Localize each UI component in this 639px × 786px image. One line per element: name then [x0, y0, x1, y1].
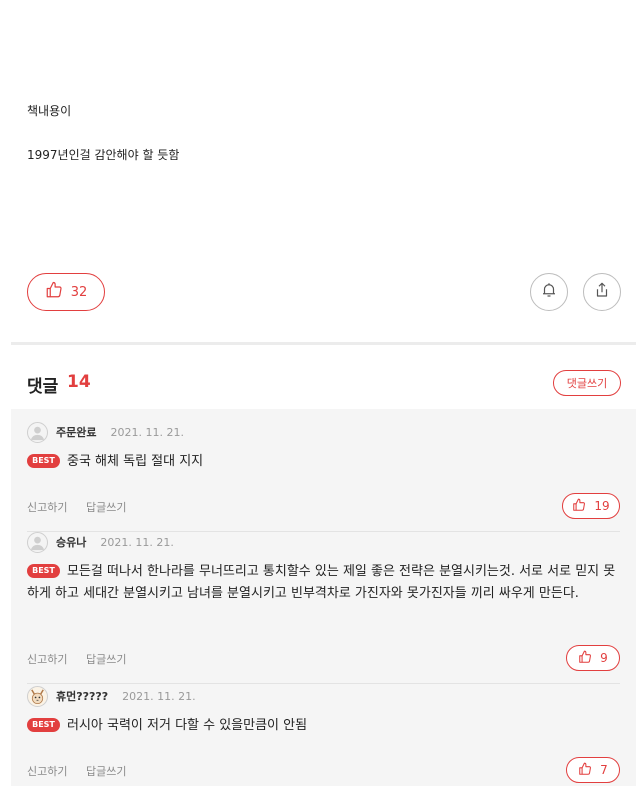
- bell-icon: [540, 281, 558, 303]
- avatar[interactable]: [27, 685, 48, 707]
- comments-count: 14: [67, 372, 91, 392]
- comment-like-count: 9: [600, 651, 608, 665]
- best-badge: BEST: [27, 454, 60, 468]
- comments-title: 댓글: [27, 377, 59, 397]
- best-badge: BEST: [27, 718, 60, 732]
- post-body: 책내용이 1997년인걸 감안해야 할 듯함: [27, 100, 617, 166]
- comment-body: BEST 모든걸 떠나서 한나라를 무너뜨리고 통치할수 있는 제일 좋은 전략은…: [27, 561, 620, 605]
- section-divider: [11, 342, 636, 345]
- comment-text: 러시아 국력이 저거 다할 수 있을만큼이 안됨: [67, 718, 308, 733]
- post-text-line: 1997년인걸 감안해야 할 듯함: [27, 148, 180, 162]
- comment-like-count: 7: [600, 763, 608, 777]
- comment-date: 2021. 11. 21.: [110, 425, 184, 439]
- comment-footer: 신고하기 답글쓰기 9: [27, 645, 620, 671]
- comment-footer: 신고하기 답글쓰기 7: [27, 757, 620, 783]
- thumbs-up-icon: [45, 281, 63, 303]
- comment-body: BEST 중국 해체 독립 절대 지지: [27, 451, 620, 473]
- avatar[interactable]: [27, 421, 48, 443]
- report-link[interactable]: 신고하기: [27, 763, 67, 779]
- comment-author[interactable]: 승유나: [56, 534, 86, 550]
- comment-footer: 신고하기 답글쓰기 19: [27, 493, 620, 519]
- comment-body: BEST 러시아 국력이 저거 다할 수 있을만큼이 안됨: [27, 715, 620, 737]
- comment-date: 2021. 11. 21.: [100, 535, 174, 549]
- avatar[interactable]: [27, 531, 48, 553]
- reply-link[interactable]: 답글쓰기: [86, 651, 126, 667]
- thumbs-up-icon: [578, 762, 592, 779]
- comment-item: 승유나 2021. 11. 21. BEST 모든걸 떠나서 한나라를 무너뜨리고…: [27, 531, 620, 684]
- share-icon: [593, 281, 611, 303]
- comment-list: 주문완료 2021. 11. 21. BEST 중국 해체 독립 절대 지지 신고…: [11, 409, 636, 786]
- write-comment-button[interactable]: 댓글쓰기: [553, 370, 621, 396]
- reply-link[interactable]: 답글쓰기: [86, 499, 126, 515]
- reply-link[interactable]: 답글쓰기: [86, 763, 126, 779]
- comment-separator: [27, 683, 620, 684]
- like-button[interactable]: 32: [27, 273, 105, 311]
- best-badge: BEST: [27, 564, 60, 578]
- post-actions: 32: [27, 273, 621, 313]
- comment-date: 2021. 11. 21.: [122, 689, 196, 703]
- subscribe-button[interactable]: [530, 273, 568, 311]
- comment-author[interactable]: 주문완료: [56, 424, 96, 440]
- report-link[interactable]: 신고하기: [27, 499, 67, 515]
- comment-item: 휴먼????? 2021. 11. 21. BEST 러시아 국력이 저거 다할 …: [27, 685, 620, 785]
- comment-header: 승유나 2021. 11. 21.: [27, 531, 174, 553]
- comment-like-button[interactable]: 9: [566, 645, 620, 671]
- comment-header: 주문완료 2021. 11. 21.: [27, 421, 184, 443]
- post-text-line: 책내용이: [27, 104, 72, 118]
- comment-like-count: 19: [594, 499, 610, 513]
- comment-text: 중국 해체 독립 절대 지지: [67, 454, 204, 469]
- comment-like-button[interactable]: 7: [566, 757, 620, 783]
- report-link[interactable]: 신고하기: [27, 651, 67, 667]
- comment-like-button[interactable]: 19: [562, 493, 620, 519]
- comments-header: 댓글 14 댓글쓰기: [27, 370, 621, 398]
- thumbs-up-icon: [572, 498, 586, 515]
- comment-header: 휴먼????? 2021. 11. 21.: [27, 685, 196, 707]
- comment-author[interactable]: 휴먼?????: [56, 688, 108, 704]
- comment-text: 모든걸 떠나서 한나라를 무너뜨리고 통치할수 있는 제일 좋은 전략은 분열시…: [27, 564, 616, 601]
- thumbs-up-icon: [578, 650, 592, 667]
- comment-item: 주문완료 2021. 11. 21. BEST 중국 해체 독립 절대 지지 신고…: [27, 421, 620, 532]
- like-count: 32: [70, 284, 88, 300]
- share-button[interactable]: [583, 273, 621, 311]
